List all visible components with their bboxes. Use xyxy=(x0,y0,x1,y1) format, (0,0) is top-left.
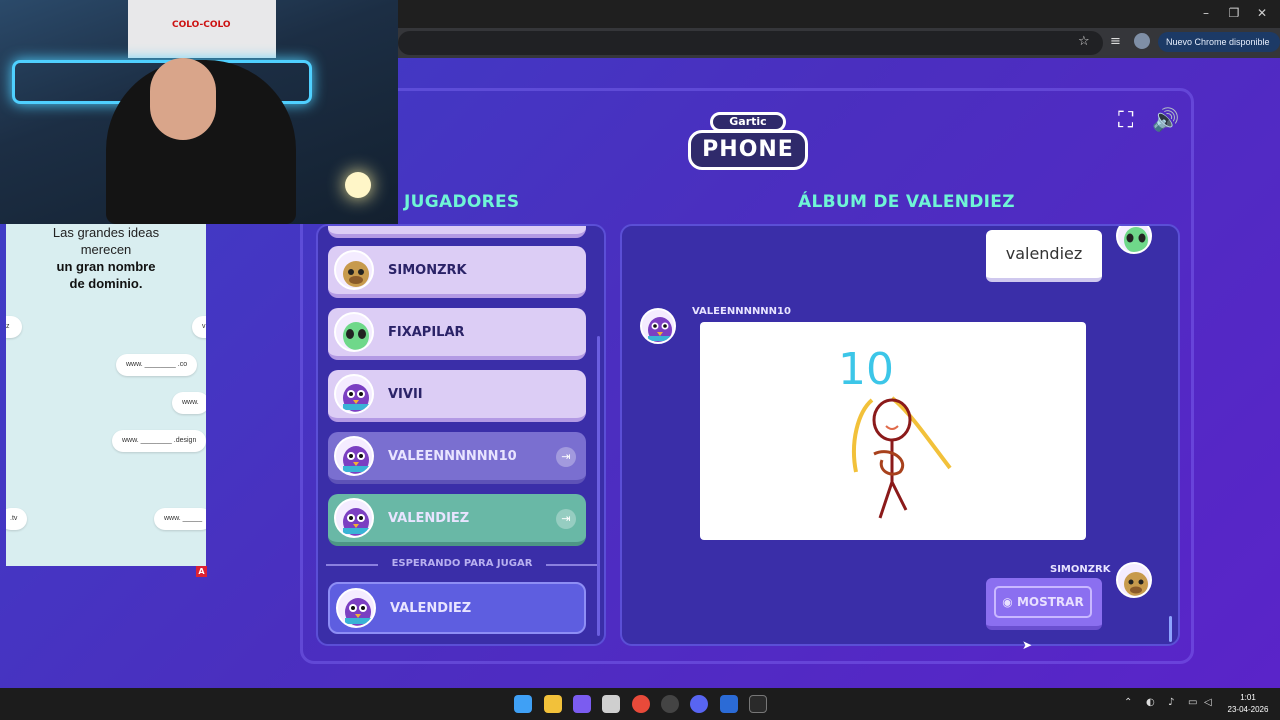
file-explorer-icon[interactable] xyxy=(544,695,562,713)
player-name: VALEENNNNNN10 xyxy=(388,449,517,464)
show-button[interactable]: ◉ MOSTRAR xyxy=(986,578,1102,630)
player-drawing: 10 xyxy=(700,322,1086,540)
lamp xyxy=(345,172,371,198)
album-title: ÁLBUM DE VALENDIEZ xyxy=(798,192,1015,212)
exit-icon[interactable]: ⇥ xyxy=(556,447,576,467)
ad-line2: merecen xyxy=(80,242,132,257)
volume-icon[interactable]: 🔊 xyxy=(1152,108,1179,133)
speaker-icon[interactable]: ◁ xyxy=(1204,697,1212,708)
next-player-name: SIMONZRK xyxy=(1050,564,1111,575)
player-card-simonzrk: SIMONZRK xyxy=(328,246,586,298)
player-name: VALENDIEZ xyxy=(390,601,472,616)
bird-avatar-icon xyxy=(334,436,374,476)
player-card-vivii: VIVII xyxy=(328,370,586,422)
drawer-name: VALEENNNNNN10 xyxy=(692,306,791,317)
player-card xyxy=(328,226,586,238)
office-icon[interactable] xyxy=(573,695,591,713)
album-scrollbar[interactable] xyxy=(1169,616,1172,642)
waiting-player-card: VALENDIEZ xyxy=(328,582,586,634)
player-card-fixapilar: FIXAPILAR xyxy=(328,308,586,360)
album-panel: valendiez VALEENNNNNN10 10 SIMONZRK ◉ MO… xyxy=(620,224,1180,646)
bird-avatar-icon xyxy=(336,588,376,628)
eye-icon: ◉ xyxy=(1002,595,1017,609)
discord-icon[interactable] xyxy=(690,695,708,713)
clock-time: 1:01 xyxy=(1240,693,1256,702)
minimize-icon[interactable]: – xyxy=(1196,6,1216,20)
close-icon[interactable]: ✕ xyxy=(1252,6,1272,20)
ad-line4: de dominio. xyxy=(69,276,143,291)
epic-games-icon[interactable] xyxy=(749,695,767,713)
chrome-update-label: Nuevo Chrome disponible xyxy=(1166,37,1270,47)
player-name: FIXAPILAR xyxy=(388,325,465,340)
webcam-overlay: COLO-COLO xyxy=(0,0,398,224)
show-button-label: MOSTRAR xyxy=(1016,595,1084,609)
streamer-face xyxy=(150,58,216,140)
ad-pill: www. ________ .design xyxy=(112,430,206,452)
ad-line1: Las grandes ideas xyxy=(52,225,160,240)
ad-pill: www. ________ .co xyxy=(116,354,198,376)
store-icon[interactable] xyxy=(602,695,620,713)
flag-text: COLO-COLO xyxy=(172,20,231,30)
player-card-valeennnnnn10: VALEENNNNNN10 ⇥ xyxy=(328,432,586,484)
exit-icon[interactable]: ⇥ xyxy=(556,509,576,529)
address-bar[interactable] xyxy=(398,31,1103,55)
players-scrollbar[interactable] xyxy=(597,336,600,636)
taskbar-clock[interactable]: 1:01 23-04-2026 xyxy=(1222,692,1274,716)
game-launcher-icon[interactable] xyxy=(720,695,738,713)
bookmark-star-icon[interactable]: ☆ xyxy=(1078,34,1090,49)
logo-top-text: Gartic xyxy=(710,112,786,132)
ad-line3: un gran nombre xyxy=(56,259,156,274)
mouse-cursor-icon: ➤ xyxy=(1022,638,1033,652)
ad-headline: Las grandes ideas merecen xyxy=(6,224,206,258)
player-name: SIMONZRK xyxy=(388,263,467,278)
restore-icon[interactable]: ❐ xyxy=(1224,6,1244,20)
chrome-icon[interactable] xyxy=(632,695,650,713)
app-icon[interactable] xyxy=(661,695,679,713)
fullscreen-icon[interactable]: ⛶ xyxy=(1118,108,1133,133)
player-card-valendiez: VALENDIEZ ⇥ xyxy=(328,494,586,546)
ad-subheadline: un gran nombre de dominio. xyxy=(6,258,206,292)
microphone-icon[interactable]: ♪ xyxy=(1168,697,1174,708)
ad-pill: www. xyxy=(172,392,206,414)
player-name: VIVII xyxy=(388,387,423,402)
alien-avatar-icon xyxy=(334,312,374,352)
profile-avatar[interactable] xyxy=(1134,33,1150,49)
player-name: VALENDIEZ xyxy=(388,511,470,526)
show-button-inner[interactable]: ◉ MOSTRAR xyxy=(994,586,1092,618)
ad-pill: z xyxy=(6,316,22,338)
ad-pill: .tv xyxy=(6,508,28,530)
wall-flag: COLO-COLO xyxy=(128,0,276,58)
alien-avatar-icon xyxy=(1116,226,1152,254)
ad-badge[interactable]: A xyxy=(196,566,207,577)
tray-app-icon[interactable]: ◐ xyxy=(1146,697,1155,708)
ad-pill: www. _____ xyxy=(154,508,206,530)
chrome-update-button[interactable]: Nuevo Chrome disponible ⋮ xyxy=(1158,32,1280,67)
bull-avatar-icon xyxy=(1116,562,1152,598)
clock-date: 23-04-2026 xyxy=(1227,705,1269,714)
logo-bottom-text: PHONE xyxy=(688,130,808,170)
drawing-number: 10 xyxy=(838,344,894,395)
waiting-label: ESPERANDO PARA JUGAR xyxy=(326,558,598,569)
gartic-phone-logo: Gartic PHONE xyxy=(688,106,808,176)
bird-avatar-icon xyxy=(334,374,374,414)
phrase-bubble: valendiez xyxy=(986,230,1102,282)
ad-panel[interactable]: Las grandes ideas merecen un gran nombre… xyxy=(6,224,206,566)
ad-pill: v xyxy=(192,316,206,338)
bird-avatar-icon xyxy=(334,498,374,538)
start-menu-icon[interactable] xyxy=(514,695,532,713)
bird-avatar-icon xyxy=(640,308,676,344)
bull-avatar-icon xyxy=(334,250,374,290)
players-panel: SIMONZRK FIXAPILAR VIVII VALEENNNNNN10 ⇥ xyxy=(316,224,606,646)
windows-taskbar: ⌃ ◐ ♪ ▭ ◁ 1:01 23-04-2026 xyxy=(0,688,1280,720)
players-title: JUGADORES xyxy=(404,192,520,212)
media-control-icon[interactable]: ≡ xyxy=(1110,34,1121,49)
network-icon[interactable]: ▭ xyxy=(1188,697,1197,708)
tray-chevron-icon[interactable]: ⌃ xyxy=(1124,697,1132,708)
